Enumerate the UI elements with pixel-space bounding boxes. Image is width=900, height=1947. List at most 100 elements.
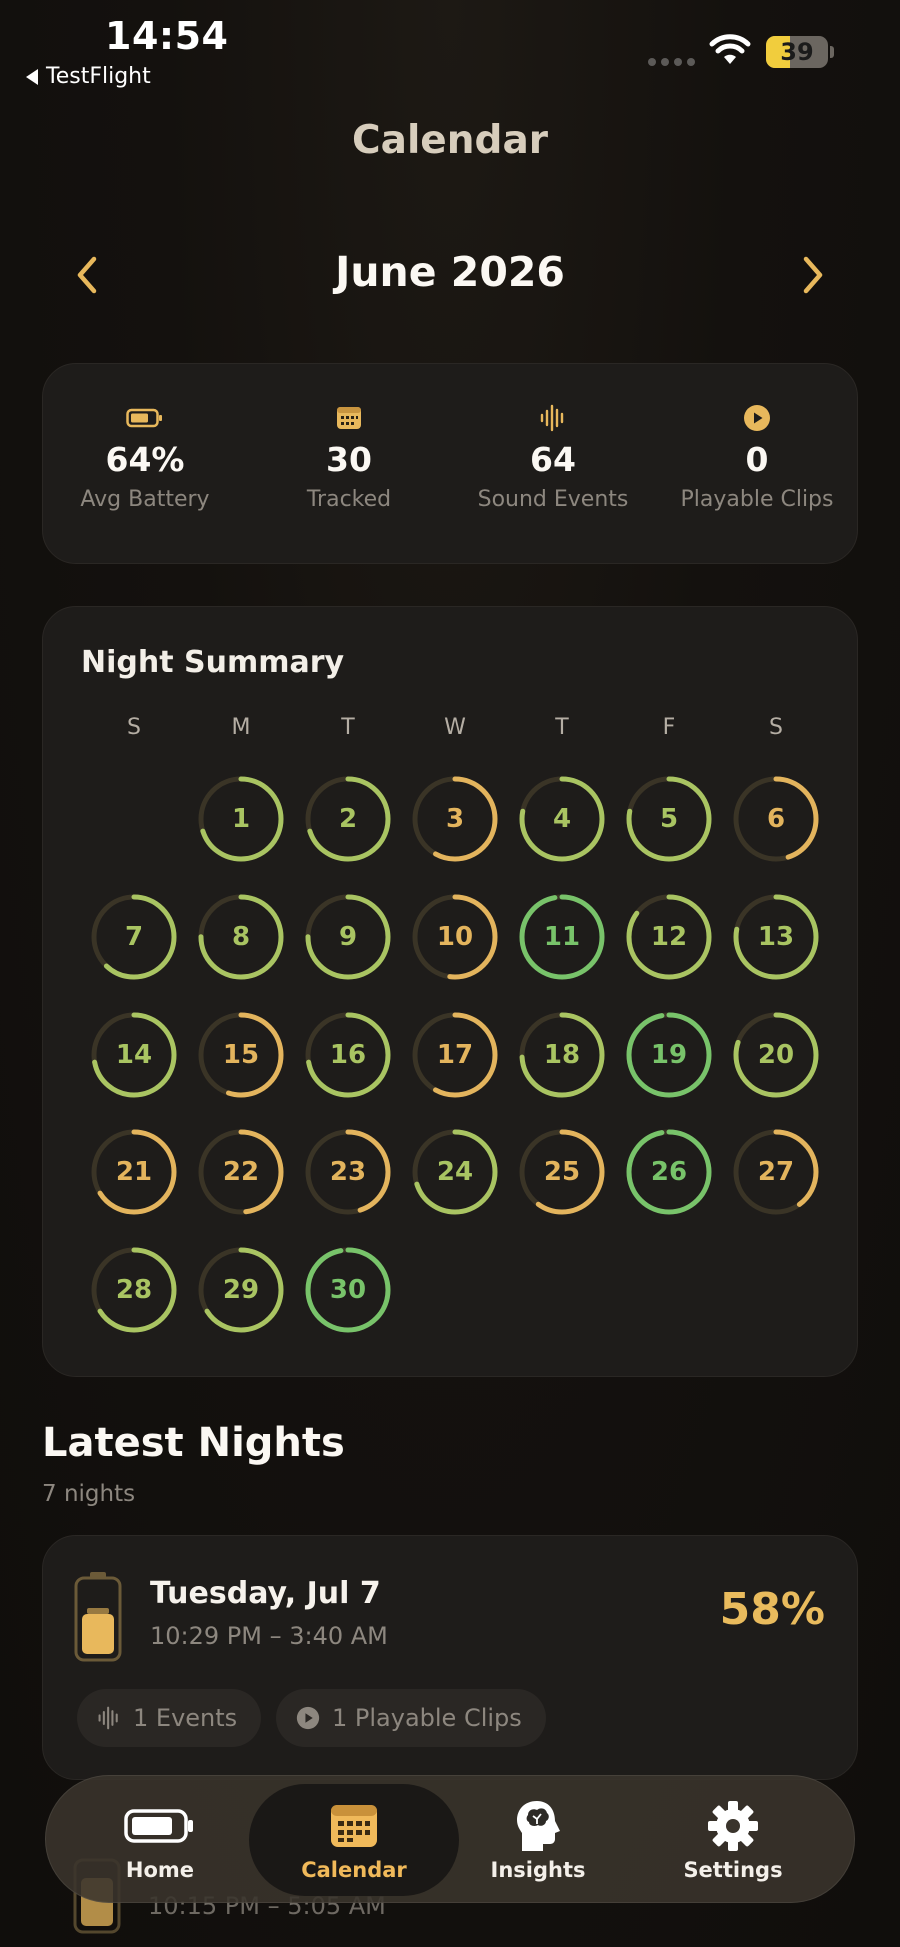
play-icon (744, 405, 770, 431)
calendar-day[interactable]: 20 (731, 1010, 821, 1100)
calendar-icon (331, 1805, 377, 1847)
stat-playable-clips: 0 Playable Clips (655, 404, 859, 512)
day-number: 1 (231, 804, 251, 834)
calendar-day[interactable]: 23 (303, 1127, 393, 1217)
day-number: 15 (222, 1040, 260, 1070)
tab-label: Settings (683, 1858, 783, 1882)
stat-label: Avg Battery (80, 487, 210, 512)
day-number: 2 (338, 804, 358, 834)
stat-value: 0 (745, 440, 769, 479)
calendar-day[interactable]: 27 (731, 1127, 821, 1217)
day-number: 28 (115, 1275, 153, 1305)
weekday-header: F (662, 715, 676, 740)
day-number: 24 (436, 1157, 474, 1187)
calendar-day[interactable]: 5 (624, 774, 714, 864)
calendar-day[interactable]: 24 (410, 1127, 500, 1217)
calendar-day[interactable]: 28 (89, 1245, 179, 1335)
battery-level: 39 (780, 38, 814, 66)
calendar-day[interactable]: 6 (731, 774, 821, 864)
day-number: 18 (543, 1040, 581, 1070)
chevron-right-icon (803, 256, 823, 294)
tab-label: Calendar (301, 1858, 407, 1882)
calendar-day[interactable]: 26 (624, 1127, 714, 1217)
calendar-day[interactable]: 15 (196, 1010, 286, 1100)
calendar-day[interactable]: 17 (410, 1010, 500, 1100)
tab-label: Home (125, 1858, 195, 1882)
tab-home[interactable]: Home (60, 1784, 260, 1896)
day-number: 6 (766, 804, 786, 834)
calendar-day[interactable]: 16 (303, 1010, 393, 1100)
day-number: 17 (436, 1040, 474, 1070)
weekday-header: M (231, 715, 251, 740)
weekday-header: W (444, 715, 466, 740)
status-time: 14:54 (105, 14, 229, 58)
night-date: Tuesday, Jul 7 (150, 1576, 381, 1611)
weekday-header: T (555, 715, 569, 740)
weekday-header: S (769, 715, 783, 740)
battery-icon (126, 408, 162, 428)
next-month-button[interactable] (788, 250, 838, 300)
day-number: 8 (231, 922, 251, 952)
calendar-day[interactable]: 1 (196, 774, 286, 864)
calendar-day[interactable]: 2 (303, 774, 393, 864)
day-number: 14 (115, 1040, 153, 1070)
stat-value: 64 (530, 440, 576, 479)
weekday-header: S (127, 715, 141, 740)
back-label: TestFlight (46, 64, 151, 89)
calendar-day[interactable]: 12 (624, 892, 714, 982)
day-number: 9 (338, 922, 358, 952)
stat-label: Tracked (306, 487, 392, 512)
tab-insights[interactable]: Insights (438, 1784, 638, 1896)
day-number: 10 (436, 922, 474, 952)
day-number: 12 (650, 922, 688, 952)
calendar-day[interactable]: 30 (303, 1245, 393, 1335)
calendar-day[interactable]: 11 (517, 892, 607, 982)
calendar-day[interactable]: 4 (517, 774, 607, 864)
events-chip-label: 1 Events (133, 1704, 238, 1732)
day-number: 23 (329, 1157, 367, 1187)
calendar-day[interactable]: 14 (89, 1010, 179, 1100)
calendar-day[interactable]: 3 (410, 774, 500, 864)
tab-settings[interactable]: Settings (633, 1784, 833, 1896)
day-number: 22 (222, 1157, 260, 1187)
battery-indicator: 39 (766, 36, 828, 68)
cellular-signal-icon (648, 58, 695, 66)
day-number: 11 (543, 922, 581, 952)
calendar-day[interactable]: 13 (731, 892, 821, 982)
night-row[interactable]: Tuesday, Jul 7 10:29 PM – 3:40 AM 58% 1 … (42, 1535, 858, 1780)
brain-head-icon (517, 1801, 560, 1851)
stat-value: 64% (105, 440, 185, 479)
play-icon (296, 1706, 320, 1730)
calendar-day[interactable]: 29 (196, 1245, 286, 1335)
calendar-day[interactable]: 19 (624, 1010, 714, 1100)
tab-calendar[interactable]: Calendar (249, 1784, 459, 1896)
back-to-testflight[interactable]: TestFlight (26, 64, 151, 89)
calendar-day[interactable]: 22 (196, 1127, 286, 1217)
latest-nights-title: Latest Nights (42, 1420, 345, 1466)
night-time-range: 10:29 PM – 3:40 AM (150, 1622, 388, 1650)
events-chip[interactable]: 1 Events (77, 1689, 262, 1747)
day-number: 7 (124, 922, 144, 952)
stat-sound-events: 64 Sound Events (451, 404, 655, 512)
calendar-day[interactable]: 21 (89, 1127, 179, 1217)
calendar-day[interactable]: 9 (303, 892, 393, 982)
day-number: 21 (115, 1157, 153, 1187)
night-summary-card: Night Summary S M T W T F S 1 2 3 4 5 6 7 8 9 10 11 12 13 14… (42, 606, 858, 1377)
day-number: 25 (543, 1157, 581, 1187)
playable-clips-chip[interactable]: 1 Playable Clips (276, 1689, 546, 1747)
day-number: 26 (650, 1157, 688, 1187)
stat-avg-battery: 64% Avg Battery (43, 404, 247, 512)
calendar-icon (337, 407, 361, 429)
calendar-day[interactable]: 10 (410, 892, 500, 982)
night-battery-percent: 58% (719, 1584, 825, 1635)
stat-value: 30 (326, 440, 372, 479)
day-number: 20 (757, 1040, 795, 1070)
wifi-icon (709, 34, 751, 64)
calendar-day[interactable]: 7 (89, 892, 179, 982)
calendar-day[interactable]: 25 (517, 1127, 607, 1217)
calendar-day[interactable]: 8 (196, 892, 286, 982)
day-number: 4 (552, 804, 572, 834)
status-bar: 14:54 TestFlight 39 (0, 0, 900, 100)
day-number: 27 (757, 1157, 795, 1187)
calendar-day[interactable]: 18 (517, 1010, 607, 1100)
